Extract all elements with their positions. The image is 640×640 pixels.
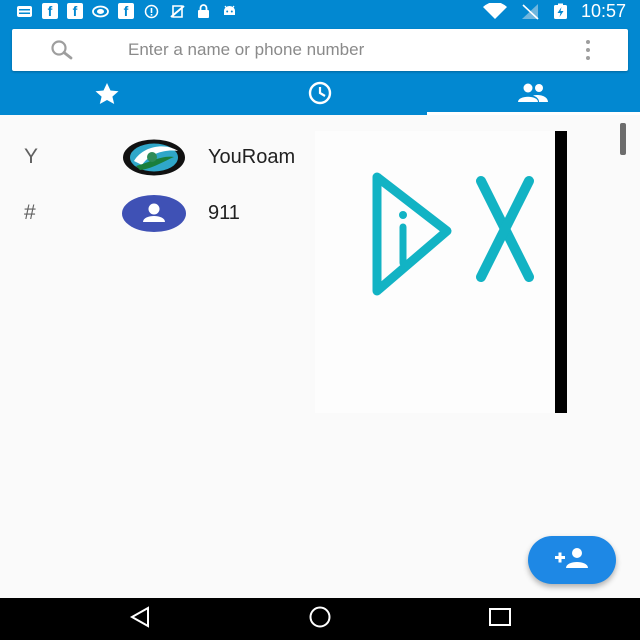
search-bar[interactable] bbox=[12, 29, 628, 71]
recents-button[interactable] bbox=[470, 598, 530, 640]
tab-bar bbox=[0, 75, 640, 115]
android-icon bbox=[221, 4, 238, 19]
status-bar: f f f 10:57 bbox=[0, 0, 640, 22]
no-sim-icon bbox=[169, 4, 186, 19]
home-button[interactable] bbox=[290, 598, 350, 640]
search-icon bbox=[48, 39, 76, 61]
contacts-screen: f f f 10:57 Enter a name or phone number… bbox=[0, 0, 640, 640]
facebook-letter: f bbox=[72, 3, 78, 19]
battery-charging-icon bbox=[552, 3, 569, 19]
no-signal-icon bbox=[520, 3, 540, 20]
facebook-icon: f bbox=[67, 3, 83, 19]
section-header: Y bbox=[24, 145, 39, 168]
scrollbar[interactable] bbox=[620, 123, 626, 155]
info-icon bbox=[143, 4, 160, 19]
tab-contacts[interactable] bbox=[426, 75, 640, 115]
home-icon bbox=[305, 606, 335, 633]
add-contact-icon bbox=[552, 546, 592, 575]
nvidia-icon bbox=[92, 4, 109, 19]
clock-icon bbox=[305, 81, 335, 110]
lock-icon bbox=[195, 3, 212, 19]
tab-recents[interactable] bbox=[213, 75, 426, 115]
people-icon bbox=[515, 81, 551, 110]
facebook-letter: f bbox=[123, 3, 129, 19]
message-icon bbox=[16, 4, 33, 19]
dx-logo-icon bbox=[372, 172, 534, 296]
section-header: # bbox=[24, 201, 36, 224]
navigation-bar bbox=[0, 598, 640, 640]
back-icon bbox=[128, 605, 152, 633]
facebook-letter: f bbox=[47, 3, 53, 19]
person-avatar bbox=[122, 194, 186, 232]
star-icon bbox=[92, 81, 122, 110]
overlay-ad[interactable]: DX bbox=[315, 131, 567, 413]
notification-icons: f f f bbox=[0, 3, 238, 19]
search-input[interactable] bbox=[116, 29, 556, 71]
status-clock: 10:57 bbox=[580, 0, 626, 21]
recents-icon bbox=[487, 606, 513, 633]
contact-name: 911 bbox=[208, 201, 240, 224]
add-contact-button[interactable] bbox=[528, 536, 616, 584]
contact-name: YouRoam bbox=[208, 145, 296, 168]
youroam-logo bbox=[122, 139, 186, 176]
facebook-icon: f bbox=[118, 3, 134, 19]
app-bar bbox=[0, 22, 640, 115]
facebook-icon: f bbox=[42, 3, 58, 19]
tab-favorites[interactable] bbox=[0, 75, 213, 115]
overlay-edge bbox=[555, 131, 567, 413]
more-options-icon[interactable] bbox=[578, 40, 598, 60]
contact-list: Y YouRoam # 911 DX bbox=[0, 115, 640, 598]
back-button[interactable] bbox=[110, 598, 170, 640]
wifi-icon bbox=[482, 2, 508, 19]
system-status: 10:57 bbox=[482, 0, 626, 22]
